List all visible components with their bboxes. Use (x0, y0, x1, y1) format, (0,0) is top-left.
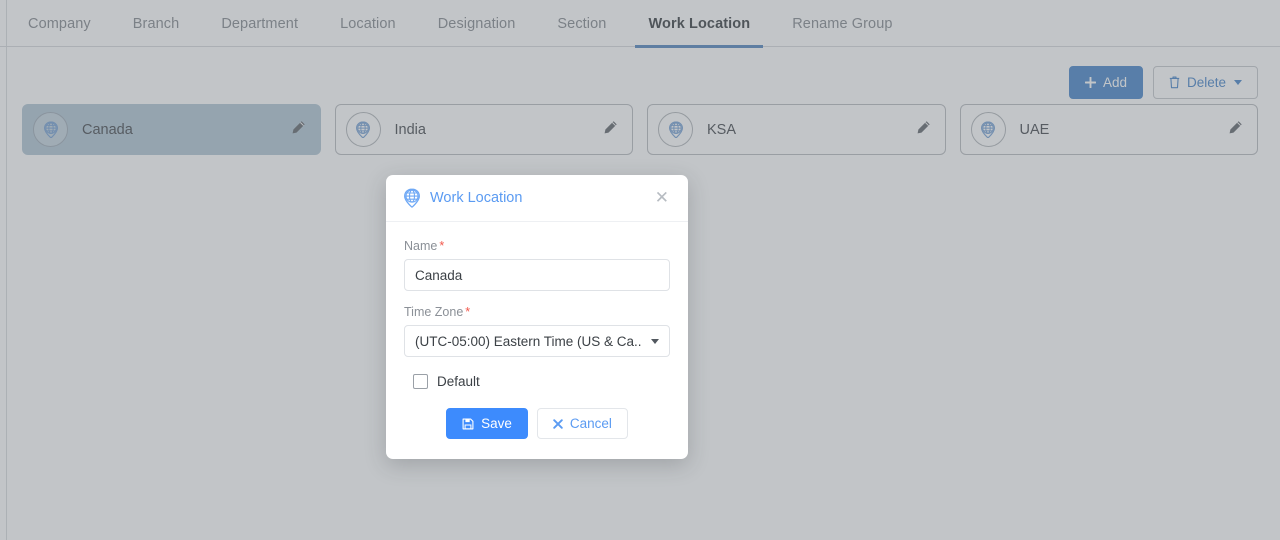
timezone-select-value: (UTC-05:00) Eastern Time (US & Ca.. (415, 333, 642, 349)
close-icon[interactable]: ✕ (653, 187, 671, 210)
save-button-label: Save (481, 416, 512, 431)
timezone-required-asterisk: * (465, 305, 471, 319)
dialog-body: Name * Canada Time Zone * (UTC-05:00) East… (386, 222, 688, 459)
name-label-text: Name (404, 239, 438, 253)
dialog-title: Work Location (430, 190, 523, 206)
cancel-button[interactable]: Cancel (536, 408, 628, 439)
field-spacer (404, 291, 670, 305)
name-input-value: Canada (415, 267, 463, 283)
timezone-select[interactable]: (UTC-05:00) Eastern Time (US & Ca.. (404, 325, 670, 357)
save-button[interactable]: Save (446, 408, 528, 439)
name-input[interactable]: Canada (404, 259, 670, 291)
work-location-dialog: Work Location ✕ Name * Canada Time Zone * … (386, 175, 688, 459)
timezone-field-label: Time Zone * (404, 305, 670, 319)
default-checkbox-row[interactable]: Default (404, 374, 670, 389)
cancel-button-label: Cancel (569, 416, 612, 431)
dialog-actions: Save Cancel (404, 408, 670, 439)
name-field-label: Name * (404, 239, 670, 253)
dialog-header: Work Location ✕ (386, 175, 688, 222)
timezone-label-text: Time Zone (404, 305, 464, 319)
save-disk-icon (462, 418, 474, 429)
default-checkbox[interactable] (413, 374, 428, 389)
default-checkbox-label: Default (437, 374, 480, 389)
chevron-down-icon (651, 338, 659, 344)
globe-pin-icon (404, 188, 420, 208)
name-required-asterisk: * (439, 239, 445, 253)
times-icon (553, 418, 563, 429)
